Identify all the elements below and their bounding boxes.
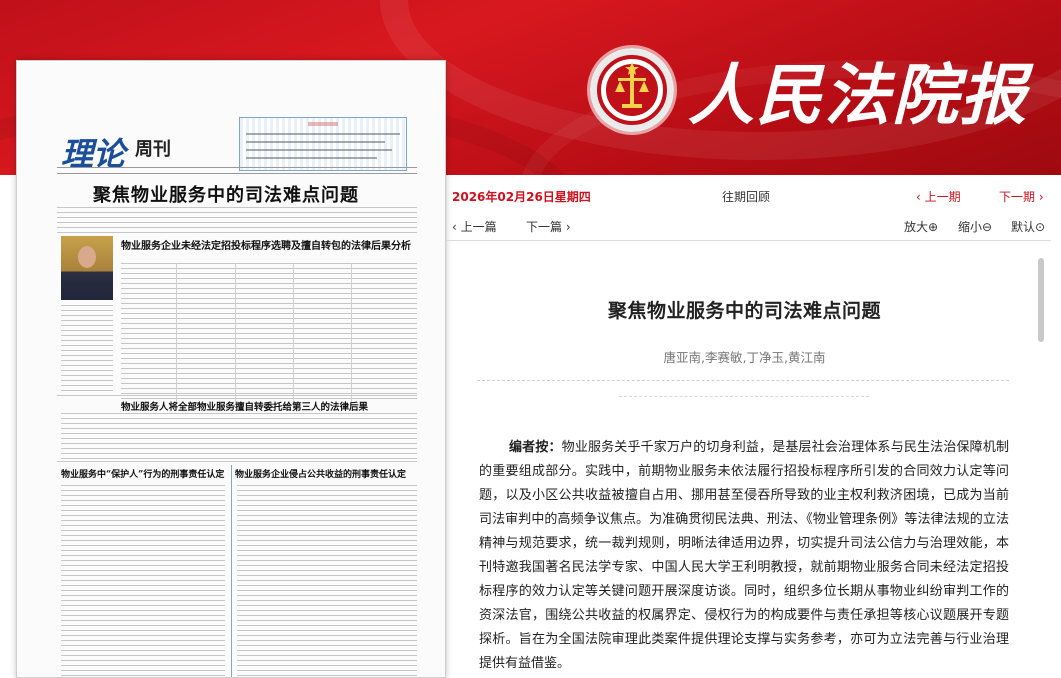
court-emblem-icon <box>590 48 674 132</box>
previous-article-link[interactable]: ‹ 上一篇 <box>452 218 497 235</box>
article-panel: 聚焦物业服务中的司法难点问题 唐亚南,李赛敏,丁净玉,黄江南 编者按：物业服务关… <box>447 246 1042 678</box>
article-subhead-2[interactable]: 物业服务人将全部物业服务擅自转委托给第三人的法律后果 <box>121 399 368 413</box>
zoom-out-button[interactable]: 缩小⊖ <box>958 218 992 235</box>
next-article-link[interactable]: 下一篇 › <box>526 218 571 235</box>
article-subhead-3[interactable]: 物业服务中“保护人”行为的刑事责任认定 <box>61 467 224 480</box>
masthead-title: 人民法院报 <box>688 56 1028 134</box>
article-authors: 唐亚南,李赛敏,丁净玉,黄江南 <box>663 350 826 365</box>
page-dateline <box>57 167 417 174</box>
divider <box>477 380 1009 381</box>
article-subhead-4[interactable]: 物业服务企业侵占公共收益的刑事责任认定 <box>235 467 406 480</box>
article-title: 聚焦物业服务中的司法难点问题 <box>607 300 881 322</box>
interviewee-photo <box>61 236 113 300</box>
issue-toolbar: 2026年02月26日星期四 往期回顾 ‹ 上一期 下一期 › <box>446 182 1061 208</box>
editor-note-label: 编者按： <box>509 440 562 455</box>
toolbar-divider <box>446 240 1051 241</box>
editor-note-text: 物业服务关乎千家万户的切身利益，是基层社会治理体系与民生法治保障机制的重要组成部… <box>479 440 1009 671</box>
next-issue-link[interactable]: 下一期 › <box>999 188 1044 205</box>
article-scrollbar[interactable] <box>1038 258 1044 342</box>
article-body: 编者按：物业服务关乎千家万户的切身利益，是基层社会治理体系与民生法治保障机制的重… <box>479 436 1009 676</box>
divider <box>619 396 869 397</box>
article-subhead-1[interactable]: 物业服务企业未经法定招投标程序选聘及擅自转包的法律后果分析 <box>121 237 411 252</box>
article-toolbar: ‹ 上一篇 下一篇 › 放大⊕ 缩小⊖ 默认⊙ <box>446 212 1061 240</box>
archive-link[interactable]: 往期回顾 <box>722 188 770 205</box>
page-contents-box <box>239 117 407 171</box>
previous-issue-link[interactable]: ‹ 上一期 <box>916 188 961 205</box>
page-headline[interactable]: 聚焦物业服务中的司法难点问题 <box>93 181 359 207</box>
zoom-in-button[interactable]: 放大⊕ <box>904 218 938 235</box>
intro-text-block <box>57 207 417 233</box>
newspaper-page-thumbnail[interactable]: 理论 周刊 聚焦物业服务中的司法难点问题 物业服务企业未经法定招投标程序选聘及擅… <box>16 60 446 678</box>
section-logo-suffix: 周刊 <box>135 139 171 160</box>
zoom-reset-button[interactable]: 默认⊙ <box>1011 218 1045 235</box>
issue-date: 2026年02月26日星期四 <box>452 190 591 204</box>
